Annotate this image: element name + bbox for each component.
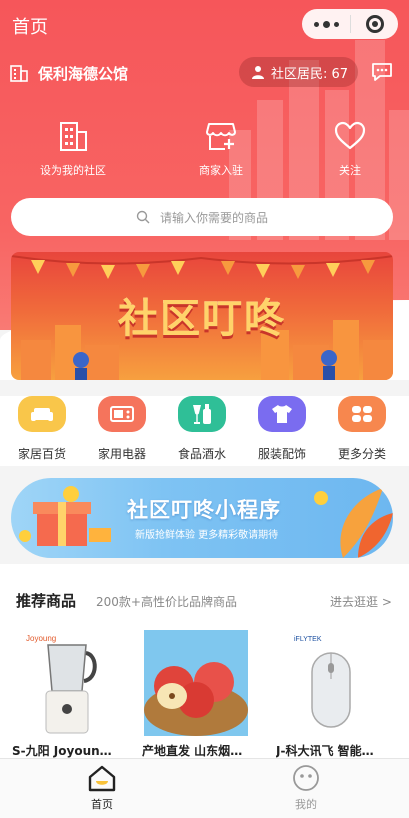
apple-basket-image <box>144 662 248 736</box>
tab-label: 我的 <box>295 798 317 811</box>
category-icon-bg <box>258 396 306 432</box>
product-image <box>144 630 248 736</box>
blender-image: Joyoung <box>26 634 97 734</box>
search-placeholder: 请输入你需要的商品 <box>159 210 268 225</box>
merchant-join-button[interactable]: 商家入驻 <box>166 118 276 178</box>
page-title: 首页 <box>12 17 48 38</box>
category-item[interactable]: 食品酒水 <box>162 396 242 462</box>
bottom-tab-bar: 首页 我的 <box>0 758 409 818</box>
miniprogram-banner[interactable]: 社区叮咚小程序 新版抢鲜体验 更多精彩敬请期待 <box>11 478 393 558</box>
category-icon-bg <box>98 396 146 432</box>
section-title: 推荐商品 <box>16 592 77 610</box>
residents-badge[interactable]: 社区居民: 67 <box>239 57 358 87</box>
product-card[interactable]: 产地直发 山东烟台苹果 <box>138 630 254 758</box>
category-icon-bg <box>178 396 226 432</box>
community-selector[interactable]: 保利海德公馆 <box>10 62 128 84</box>
message-button[interactable] <box>368 58 396 86</box>
shop-add-icon <box>206 123 236 150</box>
product-card[interactable]: iFLYTEK J-科大讯飞 智能鼠标 <box>272 630 388 758</box>
action-label: 设为我的社区 <box>40 164 106 177</box>
search-bar[interactable]: 请输入你需要的商品 <box>11 198 393 236</box>
top-navigation-bar: 首页 <box>0 0 409 50</box>
category-icon-bg <box>18 396 66 432</box>
tab-home[interactable]: 首页 <box>0 764 204 812</box>
category-grid: 家居百货 家用电器 食品酒水 服装配饰 更多分类 <box>0 396 409 466</box>
appliance-icon <box>110 406 134 422</box>
browse-more-link[interactable]: 进去逛逛 > <box>330 593 392 610</box>
svg-text:iFLYTEK: iFLYTEK <box>294 636 322 643</box>
category-label: 食品酒水 <box>177 447 226 461</box>
category-item[interactable]: 家用电器 <box>82 396 162 462</box>
set-my-community-button[interactable]: 设为我的社区 <box>18 118 128 178</box>
svg-text:Joyoung: Joyoung <box>26 634 56 643</box>
sofa-icon <box>31 408 53 421</box>
gift-box-decoration <box>19 486 111 546</box>
chat-icon <box>372 63 392 81</box>
more-menu-button[interactable] <box>302 20 350 28</box>
product-image: Joyoung <box>14 630 118 736</box>
tab-label: 首页 <box>91 798 113 811</box>
product-name: J-科大讯飞 智能鼠标 <box>276 744 384 758</box>
promo-banner[interactable]: 社区叮咚 <box>11 252 393 380</box>
category-icon-bg <box>338 396 386 432</box>
leaf-decoration <box>314 488 393 558</box>
product-image: iFLYTEK <box>278 630 382 736</box>
miniprogram-title: 社区叮咚小程序 <box>127 498 281 522</box>
category-label: 服装配饰 <box>257 447 306 461</box>
building-icon <box>60 122 87 151</box>
category-label: 更多分类 <box>337 447 386 461</box>
product-name: S-九阳 Joyoung 破壁机 <box>12 744 120 758</box>
category-item[interactable]: 服装配饰 <box>242 396 322 462</box>
home-icon <box>88 765 116 792</box>
action-label: 关注 <box>339 164 361 177</box>
category-item[interactable]: 更多分类 <box>322 396 402 462</box>
person-icon <box>252 66 264 79</box>
action-label: 商家入驻 <box>199 164 243 177</box>
dot-icon <box>333 21 339 27</box>
banner-title: 社区叮咚 <box>118 296 286 342</box>
grid-icon <box>352 406 372 422</box>
recommend-header: 推荐商品 200款+高性价比品牌商品 进去逛逛 > <box>0 584 409 614</box>
section-subtitle: 200款+高性价比品牌商品 <box>96 595 237 609</box>
quick-actions: 设为我的社区 商家入驻 关注 <box>0 118 409 180</box>
miniprogram-capsule <box>302 9 398 39</box>
heart-icon <box>334 121 366 150</box>
residents-count: 社区居民: 67 <box>271 66 349 82</box>
category-label: 家居百货 <box>17 447 66 461</box>
product-list: Joyoung S-九阳 Joyoung 破壁机 产地直发 山东烟台苹果 iFL… <box>0 630 409 758</box>
mouse-image: iFLYTEK <box>294 636 351 728</box>
follow-button[interactable]: 关注 <box>295 118 405 178</box>
product-name: 产地直发 山东烟台苹果 <box>142 744 250 758</box>
close-miniprogram-button[interactable] <box>351 15 398 33</box>
tab-mine[interactable]: 我的 <box>204 764 408 812</box>
dot-icon <box>322 20 330 28</box>
target-icon <box>365 15 384 33</box>
building-small-icon <box>10 65 28 82</box>
miniprogram-subtitle: 新版抢鲜体验 更多精彩敬请期待 <box>135 530 279 541</box>
category-label: 家用电器 <box>97 447 146 461</box>
drinks-icon <box>193 404 211 424</box>
dot-icon <box>313 21 319 27</box>
search-icon <box>136 210 150 224</box>
tshirt-icon <box>272 405 292 423</box>
product-card[interactable]: Joyoung S-九阳 Joyoung 破壁机 <box>8 630 124 758</box>
smiley-icon <box>293 765 319 791</box>
category-item[interactable]: 家居百货 <box>2 396 82 462</box>
bunting-decoration <box>11 255 393 279</box>
community-name: 保利海德公馆 <box>38 64 129 83</box>
